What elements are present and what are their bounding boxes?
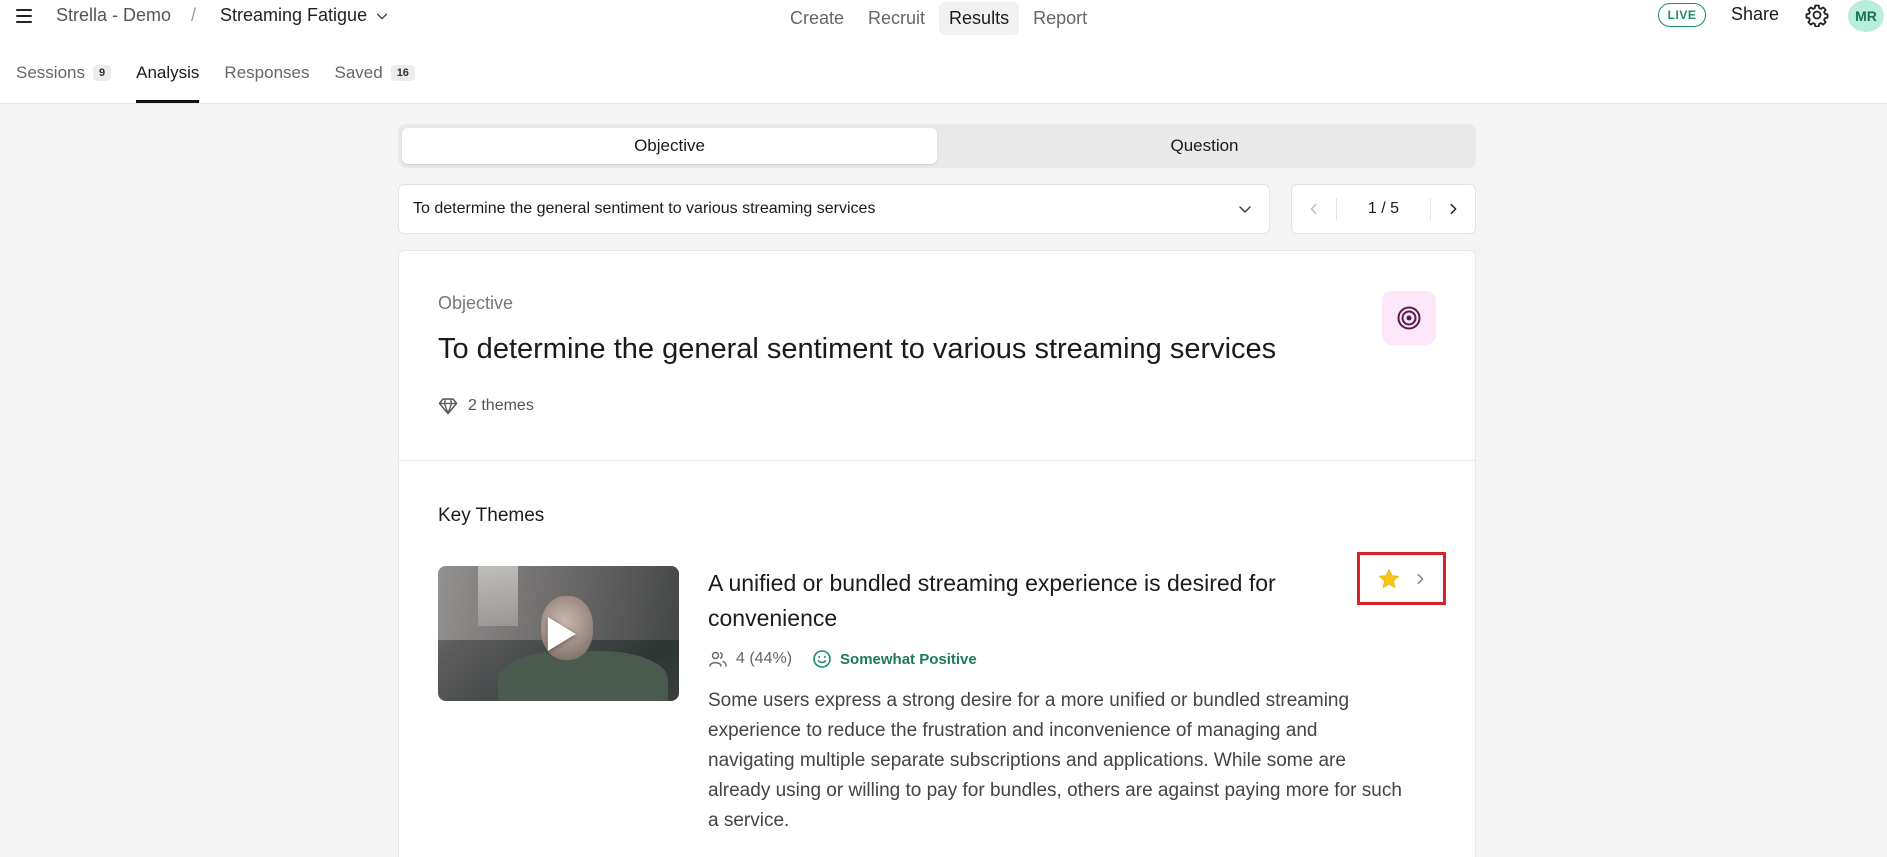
- video-person-body: [498, 651, 668, 701]
- theme-actions: [1357, 552, 1446, 605]
- chevron-left-icon: [1310, 203, 1317, 215]
- view-toggle: Objective Question: [398, 124, 1476, 168]
- menu-icon[interactable]: [16, 3, 42, 29]
- chevron-down-icon: [1239, 206, 1251, 213]
- chevron-right-icon: [1417, 573, 1423, 584]
- star-icon: [1378, 568, 1399, 588]
- avatar[interactable]: MR: [1848, 0, 1884, 32]
- share-button[interactable]: Share: [1731, 4, 1779, 25]
- card-label: Objective: [438, 293, 514, 313]
- breadcrumb-org[interactable]: Strella - Demo: [56, 5, 171, 26]
- count-badge: 9: [92, 65, 112, 81]
- themes-count: 2 themes: [438, 396, 534, 416]
- card-divider: [399, 460, 1475, 461]
- sub-tabs: Sessions 9 Analysis Responses Saved 16: [16, 58, 415, 103]
- gear-icon[interactable]: [1805, 3, 1829, 27]
- target-icon: [1397, 306, 1421, 330]
- users-icon: [709, 651, 727, 667]
- tab-analysis[interactable]: Analysis: [136, 58, 200, 103]
- card-title: To determine the general sentiment to va…: [438, 333, 1277, 365]
- objective-card: Objective To determine the general senti…: [398, 250, 1476, 857]
- tab-label: Sessions: [16, 63, 85, 82]
- participants-count: 4 (44%): [736, 650, 793, 667]
- toggle-question[interactable]: Question: [937, 128, 1472, 164]
- sentiment-label: Somewhat Positive: [840, 650, 977, 668]
- nav-recruit[interactable]: Recruit: [858, 2, 935, 35]
- project-dropdown[interactable]: Streaming Fatigue: [220, 5, 389, 26]
- nav-results[interactable]: Results: [939, 1, 1020, 35]
- key-themes-heading: Key Themes: [438, 505, 545, 526]
- prev-button[interactable]: [1292, 185, 1336, 233]
- target-icon-box: [1382, 291, 1436, 345]
- themes-count-label: 2 themes: [468, 397, 534, 414]
- nav-report[interactable]: Report: [1023, 2, 1097, 35]
- play-icon: [547, 616, 576, 651]
- open-theme-button[interactable]: [1413, 572, 1427, 586]
- theme-description: Some users express a strong desire for a…: [708, 690, 1402, 831]
- live-badge: LIVE: [1658, 3, 1706, 27]
- main-nav: Create Recruit Results Report: [780, 0, 1097, 36]
- pager: 1 / 5: [1291, 184, 1476, 234]
- tab-label: Analysis: [136, 63, 200, 82]
- chevron-right-icon: [1450, 203, 1457, 215]
- theme-meta: 4 (44%) Somewhat Positive: [708, 649, 977, 669]
- tab-responses[interactable]: Responses: [224, 58, 309, 88]
- smile-icon: [813, 650, 831, 668]
- objective-select-value: To determine the general sentiment to va…: [413, 200, 876, 217]
- theme-title[interactable]: A unified or bundled streaming experienc…: [708, 566, 1348, 636]
- count-badge: 16: [390, 65, 415, 81]
- tab-label: Saved: [334, 63, 383, 82]
- toggle-objective[interactable]: Objective: [402, 128, 937, 164]
- save-theme-button[interactable]: [1377, 567, 1401, 591]
- nav-create[interactable]: Create: [780, 2, 854, 35]
- video-thumbnail[interactable]: [438, 566, 679, 701]
- tab-saved[interactable]: Saved 16: [334, 58, 415, 88]
- top-bar: Strella - Demo / Streaming Fatigue Creat…: [0, 0, 1887, 104]
- project-name: Streaming Fatigue: [220, 5, 368, 25]
- objective-select[interactable]: To determine the general sentiment to va…: [398, 184, 1270, 234]
- chevron-down-icon: [377, 13, 388, 19]
- tab-sessions[interactable]: Sessions 9: [16, 58, 112, 88]
- tab-label: Responses: [224, 63, 310, 82]
- sentiment-badge: Somewhat Positive: [812, 649, 977, 669]
- page-indicator: 1 / 5: [1367, 200, 1400, 217]
- video-window: [478, 566, 518, 626]
- diamond-icon: [438, 398, 458, 415]
- breadcrumb-separator: /: [191, 5, 197, 25]
- next-button[interactable]: [1431, 185, 1475, 233]
